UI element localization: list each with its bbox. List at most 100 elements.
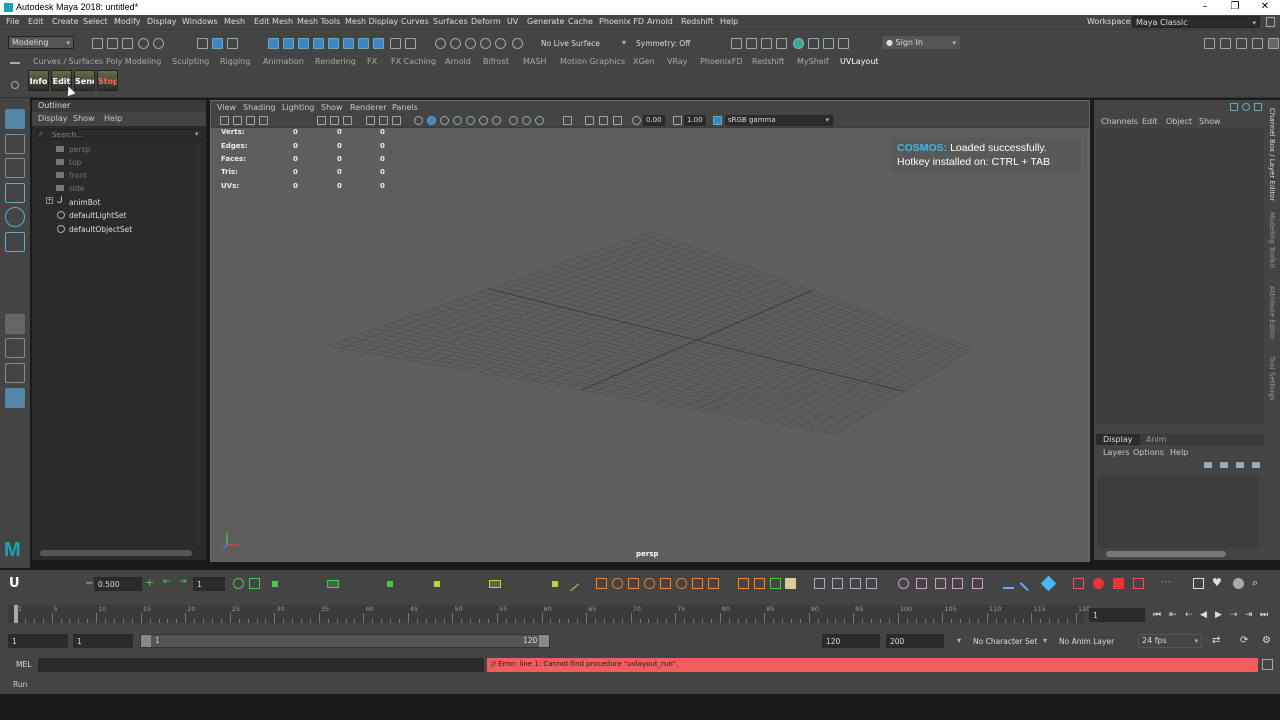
mask-deformations-icon[interactable] — [343, 38, 354, 49]
pause-icon[interactable] — [838, 38, 849, 49]
snap-to-view-plane-icon[interactable] — [495, 38, 506, 49]
menu-file[interactable]: File — [6, 17, 19, 26]
field-chart-icon[interactable] — [379, 116, 388, 125]
undo-icon[interactable] — [138, 38, 149, 49]
time-slider[interactable]: 1 5 10 15 20 25 30 35 40 45 50 55 60 65 70 75 80 85 90 95 10… — [0, 600, 1280, 628]
lasso-tool-icon[interactable] — [5, 134, 25, 154]
layer-horizontal-scrollbar[interactable] — [1106, 551, 1226, 557]
settings-icon[interactable] — [1268, 38, 1279, 49]
rotate-tool-icon[interactable] — [5, 207, 25, 227]
menu-curves[interactable]: Curves — [401, 17, 429, 26]
shelf-menu-icon[interactable] — [10, 62, 20, 64]
restore-icon[interactable]: ❐ — [1220, 0, 1250, 15]
menu-display[interactable]: Display — [147, 17, 177, 26]
animation-preferences-icon[interactable]: ⚙ — [1262, 635, 1271, 646]
range-end-handle[interactable] — [539, 635, 549, 647]
ea-icon[interactable] — [327, 580, 339, 588]
layer-menu-options[interactable]: Options — [1133, 448, 1164, 457]
select-by-component-icon[interactable] — [227, 38, 238, 49]
viewport-menu-view[interactable]: View — [217, 103, 236, 112]
shelf-tab-vray[interactable]: VRay — [667, 57, 688, 66]
side-tab-modeling-toolkit[interactable]: Modeling Toolkit — [1268, 212, 1276, 268]
mask-rendering-icon[interactable] — [373, 38, 384, 49]
selection-set-icon[interactable] — [785, 578, 796, 589]
lock-selection-icon[interactable] — [390, 38, 401, 49]
viewport-menu-panels[interactable]: Panels — [392, 103, 418, 112]
anim-layer-dropdown[interactable]: No Anim Layer — [1059, 637, 1114, 646]
save-scene-icon[interactable] — [122, 38, 133, 49]
shelf-settings-icon[interactable] — [11, 81, 19, 89]
persp-outliner-layout-icon[interactable] — [5, 363, 25, 383]
shelf-tab-myshelf[interactable]: MyShelf — [797, 57, 829, 66]
chevron-down-icon[interactable]: ▾ — [957, 636, 961, 645]
wireframe-on-shaded-icon[interactable] — [440, 116, 449, 125]
menu-mesh-tools[interactable]: Mesh Tools — [297, 17, 340, 26]
curve-tangent-icon[interactable] — [612, 578, 623, 589]
pin-tool-icon[interactable] — [1193, 578, 1204, 589]
bookmark-icon[interactable] — [1113, 578, 1124, 589]
mask-all-icon[interactable] — [268, 38, 279, 49]
mask-joints-icon[interactable] — [298, 38, 309, 49]
u-icon[interactable]: U — [9, 576, 20, 591]
outliner-item-defaultlightset[interactable]: defaultLightSet — [69, 211, 126, 220]
playback-start-field[interactable]: 1 — [73, 634, 133, 648]
xray-joints-icon[interactable] — [613, 116, 622, 125]
align-icon[interactable] — [738, 578, 749, 589]
render-frame-icon[interactable] — [746, 38, 757, 49]
grid-icon[interactable] — [317, 116, 326, 125]
select-camera-icon[interactable] — [220, 116, 229, 125]
outliner-item-top[interactable]: top — [69, 158, 81, 167]
gamma-icon[interactable] — [673, 116, 682, 125]
menu-uv[interactable]: UV — [507, 17, 518, 26]
shelf-tab-sculpting[interactable]: Sculpting — [172, 57, 209, 66]
shelf-tab-motion-graphics[interactable]: Motion Graphics — [560, 57, 625, 66]
chevron-down-icon[interactable]: ▾ — [1043, 636, 1047, 645]
shelf-tab-rigging[interactable]: Rigging — [220, 57, 250, 66]
character-set-dropdown[interactable]: No Character Set — [973, 637, 1037, 646]
xray-icon[interactable] — [585, 116, 594, 125]
snap-to-point-icon[interactable] — [465, 38, 476, 49]
menu-help[interactable]: Help — [720, 17, 738, 26]
menu-deform[interactable]: Deform — [471, 17, 501, 26]
use-all-lights-icon[interactable] — [466, 116, 475, 125]
anti-aliasing-icon[interactable] — [522, 116, 531, 125]
image-plane-icon[interactable] — [259, 116, 268, 125]
new-layer-icon[interactable] — [1236, 462, 1244, 468]
search-icon[interactable]: ⌕ — [1252, 576, 1258, 590]
playback-end-field[interactable]: 120 — [822, 634, 880, 648]
go-to-start-icon[interactable]: ⏮ — [1153, 610, 1161, 620]
diamond-icon[interactable] — [1040, 575, 1057, 592]
time-ruler[interactable]: 1 5 10 15 20 25 30 35 40 45 50 55 60 65 70 75 80 85 90 95 10… — [8, 605, 1090, 623]
mask-dynamics-icon[interactable] — [358, 38, 369, 49]
uvlayout-info-button[interactable]: Info — [28, 70, 49, 91]
delete-key-icon[interactable] — [1133, 578, 1144, 589]
menu-surfaces[interactable]: Surfaces — [433, 17, 468, 26]
reset-icon[interactable] — [866, 578, 877, 589]
dope-sheet-icon[interactable] — [832, 578, 843, 589]
shelf-tab-arnold[interactable]: Arnold — [445, 57, 471, 66]
expand-icon[interactable]: + — [46, 197, 53, 204]
script-editor-icon[interactable] — [1262, 659, 1273, 670]
xray-active-icon[interactable] — [599, 116, 608, 125]
outliner-item-side[interactable]: side — [69, 184, 84, 193]
shelf-tab-curves-surfaces[interactable]: Curves / Surfaces — [33, 57, 103, 66]
mirror-icon[interactable] — [850, 578, 861, 589]
redshift-render-icon[interactable] — [823, 38, 834, 49]
ik-fk-icon[interactable] — [898, 578, 909, 589]
color-management-icon[interactable] — [713, 116, 722, 125]
tween-slider-icon[interactable] — [563, 575, 580, 592]
side-tab-channel-box[interactable]: Channel Box / Layer Editor — [1268, 108, 1276, 201]
channel-menu-object[interactable]: Object — [1166, 117, 1192, 126]
align-icon[interactable] — [754, 578, 765, 589]
shelf-tab-animation[interactable]: Animation — [263, 57, 304, 66]
snap-to-grid-icon[interactable] — [435, 38, 446, 49]
workspace-dropdown[interactable]: Maya Classic ▾ — [1132, 16, 1260, 28]
curve-tangent-icon[interactable] — [644, 578, 655, 589]
outliner-horizontal-scrollbar[interactable] — [40, 550, 192, 556]
shelf-tab-phoenixfd[interactable]: PhoenixFD — [700, 57, 743, 66]
make-live-icon[interactable] — [512, 38, 523, 49]
ambient-occlusion-icon[interactable] — [492, 116, 501, 125]
step-forward-key-icon[interactable]: ⇥ — [1245, 610, 1253, 620]
play-forwards-icon[interactable]: ▶ — [1215, 610, 1222, 620]
shelf-tab-fx-caching[interactable]: FX Caching — [391, 57, 436, 66]
